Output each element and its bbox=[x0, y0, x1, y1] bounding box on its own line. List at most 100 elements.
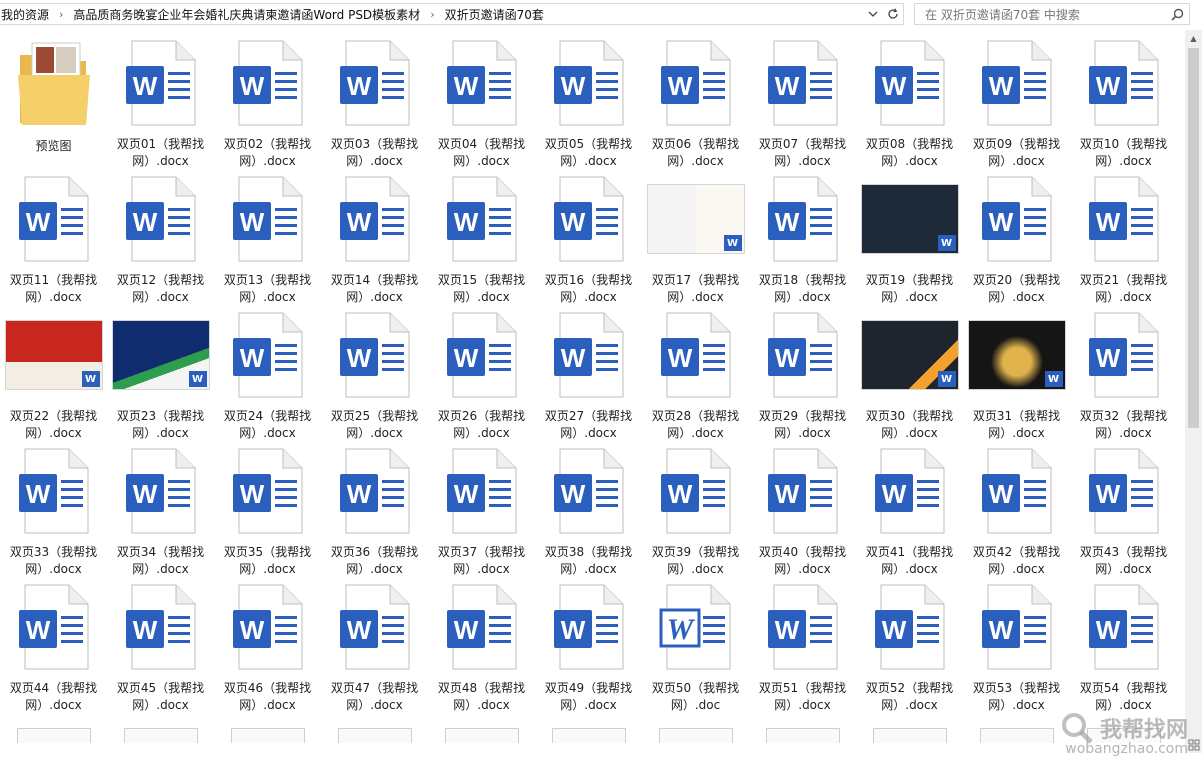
file-icon-partial[interactable] bbox=[230, 728, 305, 743]
file-item[interactable]: W 双页50（我帮找 网）.doc bbox=[642, 578, 749, 714]
file-item[interactable]: W 双页13（我帮找 网）.docx bbox=[214, 170, 321, 306]
folder-item[interactable]: 预览图 bbox=[0, 34, 107, 170]
word-document-icon: W bbox=[539, 34, 639, 132]
address-bar[interactable]: 我的资源 › 高品质商务晚宴企业年会婚礼庆典请柬邀请函Word PSD模板素材 … bbox=[0, 3, 904, 25]
file-item[interactable]: W 双页39（我帮找 网）.docx bbox=[642, 442, 749, 578]
file-item[interactable]: W 双页33（我帮找 网）.docx bbox=[0, 442, 107, 578]
breadcrumb-item[interactable]: 双折页邀请函70套 bbox=[443, 6, 546, 23]
file-item[interactable]: W 双页24（我帮找 网）.docx bbox=[214, 306, 321, 442]
file-item[interactable]: W 双页23（我帮找 网）.docx bbox=[107, 306, 214, 442]
file-item[interactable]: W 双页29（我帮找 网）.docx bbox=[749, 306, 856, 442]
file-item[interactable]: W 双页20（我帮找 网）.docx bbox=[963, 170, 1070, 306]
file-item[interactable]: W 双页03（我帮找 网）.docx bbox=[321, 34, 428, 170]
svg-text:W: W bbox=[774, 615, 799, 645]
file-item[interactable]: W 双页12（我帮找 网）.docx bbox=[107, 170, 214, 306]
file-item[interactable]: W 双页27（我帮找 网）.docx bbox=[535, 306, 642, 442]
file-name: 双页02（我帮找 网）.docx bbox=[218, 136, 318, 170]
file-icon-partial[interactable] bbox=[979, 728, 1054, 743]
file-item[interactable]: W 双页17（我帮找 网）.docx bbox=[642, 170, 749, 306]
resize-grip-icon[interactable] bbox=[1188, 739, 1200, 751]
file-item[interactable]: W 双页28（我帮找 网）.docx bbox=[642, 306, 749, 442]
file-item[interactable]: W 双页40（我帮找 网）.docx bbox=[749, 442, 856, 578]
file-item[interactable]: W 双页48（我帮找 网）.docx bbox=[428, 578, 535, 714]
file-item[interactable]: W 双页31（我帮找 网）.docx bbox=[963, 306, 1070, 442]
file-item[interactable]: W 双页18（我帮找 网）.docx bbox=[749, 170, 856, 306]
file-item[interactable]: W 双页21（我帮找 网）.docx bbox=[1070, 170, 1177, 306]
file-item[interactable]: W 双页34（我帮找 网）.docx bbox=[107, 442, 214, 578]
file-item[interactable]: W 双页37（我帮找 网）.docx bbox=[428, 442, 535, 578]
file-icon-partial[interactable] bbox=[123, 728, 198, 743]
file-item[interactable]: W 双页41（我帮找 网）.docx bbox=[856, 442, 963, 578]
file-name-line: 网）.docx bbox=[881, 290, 938, 304]
file-item[interactable]: W 双页09（我帮找 网）.docx bbox=[963, 34, 1070, 170]
file-item[interactable]: W 双页14（我帮找 网）.docx bbox=[321, 170, 428, 306]
svg-text:W: W bbox=[881, 615, 906, 645]
file-item[interactable]: W 双页38（我帮找 网）.docx bbox=[535, 442, 642, 578]
file-icon-partial[interactable] bbox=[444, 728, 519, 743]
file-item[interactable]: W 双页22（我帮找 网）.docx bbox=[0, 306, 107, 442]
file-item[interactable]: W 双页35（我帮找 网）.docx bbox=[214, 442, 321, 578]
file-item[interactable]: W 双页07（我帮找 网）.docx bbox=[749, 34, 856, 170]
word-document-icon: W bbox=[4, 578, 104, 676]
file-item[interactable]: W 双页51（我帮找 网）.docx bbox=[749, 578, 856, 714]
word-document-icon: W bbox=[325, 170, 425, 268]
file-item[interactable]: W 双页26（我帮找 网）.docx bbox=[428, 306, 535, 442]
file-name-line: 网）.docx bbox=[346, 698, 403, 712]
file-item[interactable]: W 双页08（我帮找 网）.docx bbox=[856, 34, 963, 170]
search-icon[interactable] bbox=[1165, 8, 1189, 21]
file-item[interactable]: W 双页15（我帮找 网）.docx bbox=[428, 170, 535, 306]
word-document-icon: W bbox=[646, 578, 746, 676]
file-icon-partial[interactable] bbox=[337, 728, 412, 743]
file-item[interactable]: W 双页25（我帮找 网）.docx bbox=[321, 306, 428, 442]
vertical-scrollbar[interactable]: ▲ bbox=[1185, 30, 1202, 753]
chevron-right-icon[interactable]: › bbox=[422, 8, 442, 21]
file-name: 双页23（我帮找 网）.docx bbox=[111, 408, 211, 442]
file-item[interactable]: W 双页06（我帮找 网）.docx bbox=[642, 34, 749, 170]
file-item[interactable]: W 双页49（我帮找 网）.docx bbox=[535, 578, 642, 714]
file-item[interactable]: W 双页45（我帮找 网）.docx bbox=[107, 578, 214, 714]
file-item[interactable]: W 双页01（我帮找 网）.docx bbox=[107, 34, 214, 170]
search-box[interactable]: 在 双折页邀请函70套 中搜索 bbox=[914, 3, 1190, 25]
file-item[interactable]: W 双页36（我帮找 网）.docx bbox=[321, 442, 428, 578]
file-item[interactable]: W 双页54（我帮找 网）.docx bbox=[1070, 578, 1177, 714]
file-item[interactable]: W 双页47（我帮找 网）.docx bbox=[321, 578, 428, 714]
file-item[interactable]: W 双页10（我帮找 网）.docx bbox=[1070, 34, 1177, 170]
svg-text:W: W bbox=[346, 71, 371, 101]
search-input[interactable]: 在 双折页邀请函70套 中搜索 bbox=[915, 6, 1165, 23]
file-item[interactable]: W 双页42（我帮找 网）.docx bbox=[963, 442, 1070, 578]
breadcrumb-item[interactable]: 高品质商务晚宴企业年会婚礼庆典请柬邀请函Word PSD模板素材 bbox=[71, 6, 422, 23]
file-item[interactable]: W 双页44（我帮找 网）.docx bbox=[0, 578, 107, 714]
file-name: 双页39（我帮找 网）.docx bbox=[646, 544, 746, 578]
scrollbar-thumb[interactable] bbox=[1188, 48, 1199, 428]
svg-text:W: W bbox=[988, 71, 1013, 101]
file-icon-partial[interactable] bbox=[551, 728, 626, 743]
file-item[interactable]: W 双页19（我帮找 网）.docx bbox=[856, 170, 963, 306]
file-icon-partial[interactable] bbox=[658, 728, 733, 743]
file-item[interactable]: W 双页04（我帮找 网）.docx bbox=[428, 34, 535, 170]
file-item[interactable]: W 双页30（我帮找 网）.docx bbox=[856, 306, 963, 442]
file-item[interactable]: W 双页11（我帮找 网）.docx bbox=[0, 170, 107, 306]
file-item[interactable]: W 双页05（我帮找 网）.docx bbox=[535, 34, 642, 170]
file-item[interactable]: W 双页43（我帮找 网）.docx bbox=[1070, 442, 1177, 578]
chevron-right-icon[interactable]: › bbox=[51, 8, 71, 21]
svg-text:W: W bbox=[132, 71, 157, 101]
file-name-line: 预览图 bbox=[35, 139, 72, 153]
breadcrumb-item[interactable]: 我的资源 bbox=[0, 6, 51, 23]
word-document-icon: W bbox=[218, 170, 318, 268]
file-item[interactable]: W 双页02（我帮找 网）.docx bbox=[214, 34, 321, 170]
file-icon-partial[interactable] bbox=[16, 728, 91, 743]
file-item[interactable]: W 双页16（我帮找 网）.docx bbox=[535, 170, 642, 306]
file-item[interactable]: W 双页52（我帮找 网）.docx bbox=[856, 578, 963, 714]
file-name-line: 网）.docx bbox=[988, 562, 1045, 576]
word-document-icon: W bbox=[967, 578, 1067, 676]
refresh-button[interactable] bbox=[883, 4, 903, 24]
word-document-icon: W bbox=[967, 34, 1067, 132]
file-item[interactable]: W 双页46（我帮找 网）.docx bbox=[214, 578, 321, 714]
file-item[interactable]: W 双页32（我帮找 网）.docx bbox=[1070, 306, 1177, 442]
svg-text:W: W bbox=[25, 615, 50, 645]
file-item[interactable]: W 双页53（我帮找 网）.docx bbox=[963, 578, 1070, 714]
history-dropdown-button[interactable] bbox=[863, 4, 883, 24]
scroll-up-arrow-icon[interactable]: ▲ bbox=[1185, 30, 1202, 47]
file-icon-partial[interactable] bbox=[765, 728, 840, 743]
file-icon-partial[interactable] bbox=[872, 728, 947, 743]
